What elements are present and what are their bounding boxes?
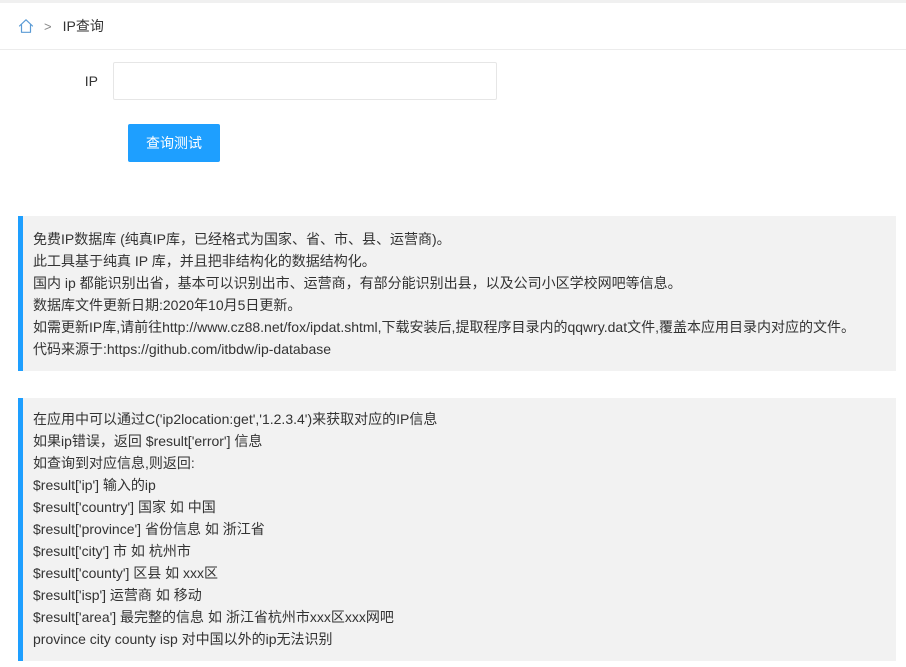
breadcrumb-separator: > bbox=[44, 18, 52, 34]
ip-label: IP bbox=[84, 73, 98, 89]
info-line: 国内 ip 都能识别出省，基本可以识别出市、运营商，有部分能识别出县，以及公司小… bbox=[33, 275, 682, 291]
usage-line: 在应用中可以通过C('ip2location:get','1.2.3.4')来获… bbox=[33, 411, 438, 427]
usage-line: 如果ip错误，返回 $result['error'] 信息 bbox=[33, 433, 263, 449]
usage-line: $result['area'] 最完整的信息 如 浙江省杭州市xxx区xxx网吧 bbox=[33, 609, 394, 625]
info-line: 此工具基于纯真 IP 库，并且把非结构化的数据结构化。 bbox=[33, 253, 376, 269]
home-icon[interactable] bbox=[18, 18, 34, 34]
usage-line: 如查询到对应信息,则返回: bbox=[33, 455, 195, 471]
info-quote-block: 免费IP数据库 (纯真IP库，已经格式为国家、省、市、县、运营商)。 此工具基于… bbox=[18, 216, 896, 371]
usage-line: province city county isp 对中国以外的ip无法识别 bbox=[33, 631, 333, 647]
usage-line: $result['province'] 省份信息 如 浙江省 bbox=[33, 521, 265, 537]
page: > IP查询 IP 查询测试 免费IP数据库 (纯真IP库，已经格式为国家、省、… bbox=[0, 0, 906, 667]
usage-line: $result['county'] 区县 如 xxx区 bbox=[33, 565, 219, 581]
info-line: 代码来源于:https://github.com/itbdw/ip-databa… bbox=[33, 341, 332, 357]
query-test-button[interactable]: 查询测试 bbox=[128, 124, 220, 162]
info-line: 数据库文件更新日期:2020年10月5日更新。 bbox=[33, 297, 302, 313]
usage-line: $result['ip'] 输入的ip bbox=[33, 477, 156, 493]
usage-line: $result['city'] 市 如 杭州市 bbox=[33, 543, 191, 559]
breadcrumb-current: IP查询 bbox=[62, 18, 104, 34]
ip-form-row: IP bbox=[0, 62, 497, 100]
usage-quote-block: 在应用中可以通过C('ip2location:get','1.2.3.4')来获… bbox=[18, 398, 896, 661]
ip-input[interactable] bbox=[113, 62, 497, 100]
breadcrumb: > IP查询 bbox=[0, 3, 906, 50]
info-line: 如需更新IP库,请前往http://www.cz88.net/fox/ipdat… bbox=[33, 319, 855, 335]
info-line: 免费IP数据库 (纯真IP库，已经格式为国家、省、市、县、运营商)。 bbox=[33, 231, 451, 247]
usage-line: $result['country'] 国家 如 中国 bbox=[33, 499, 216, 515]
usage-line: $result['isp'] 运营商 如 移动 bbox=[33, 587, 202, 603]
